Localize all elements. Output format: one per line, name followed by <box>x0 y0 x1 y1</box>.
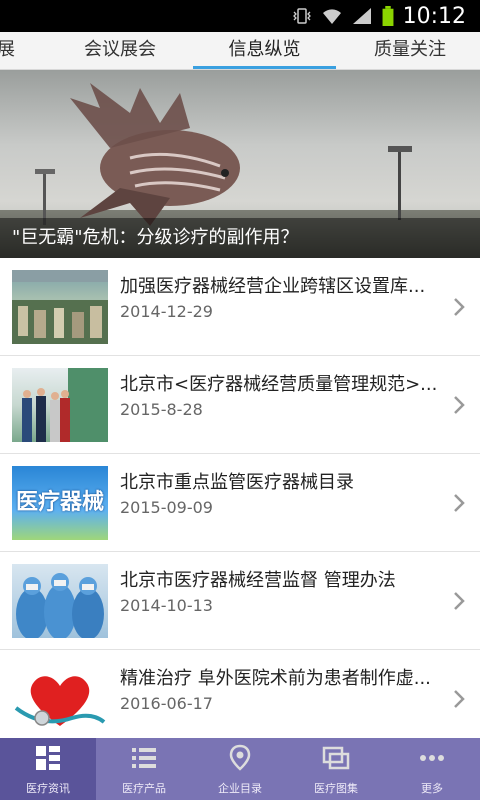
nav-medical-gallery[interactable]: 医疗图集 <box>288 738 384 800</box>
article-thumbnail: 医疗器械 <box>12 466 108 540</box>
article-thumbnail <box>12 270 108 344</box>
signal-icon <box>352 8 371 24</box>
tab-info-overview[interactable]: 信息纵览 <box>193 32 336 69</box>
status-bar: 10:12 <box>0 0 480 32</box>
article-date: 2014-12-29 <box>120 302 213 321</box>
article-thumbnail <box>12 368 108 442</box>
nav-label: 医疗产品 <box>122 782 166 795</box>
nav-more[interactable]: 更多 <box>384 738 480 800</box>
category-tabs: 展 会议展会 信息纵览 质量关注 <box>0 32 480 70</box>
list-item[interactable]: 北京市<医疗器械经营质量管理规范>... 2015-8-28 <box>0 356 480 454</box>
list-item[interactable]: 加强医疗器械经营企业跨辖区设置库... 2014-12-29 <box>0 258 480 356</box>
article-thumbnail <box>12 564 108 638</box>
article-title: 北京市重点监管医疗器械目录 <box>120 472 354 493</box>
street-lamp-image <box>388 146 412 220</box>
article-date: 2015-09-09 <box>120 498 213 517</box>
list-item[interactable]: 医疗器械 北京市重点监管医疗器械目录 2015-09-09 <box>0 454 480 552</box>
nav-medical-news[interactable]: 医疗资讯 <box>0 738 96 800</box>
article-date: 2015-8-28 <box>120 400 203 419</box>
featured-banner[interactable]: "巨无霸"危机：分级诊疗的副作用？ <box>0 70 480 258</box>
tab-conferences[interactable]: 会议展会 <box>60 32 180 69</box>
article-date: 2014-10-13 <box>120 596 213 615</box>
banner-caption: "巨无霸"危机：分级诊疗的副作用？ <box>0 218 480 258</box>
vibrate-icon <box>292 8 311 24</box>
article-title: 精准治疗 阜外医院术前为患者制作虚... <box>120 668 431 689</box>
nav-label: 更多 <box>421 782 443 795</box>
article-date: 2016-06-17 <box>120 694 213 713</box>
nav-medical-products[interactable]: 医疗产品 <box>96 738 192 800</box>
chevron-right-icon <box>454 494 465 512</box>
nav-label: 企业目录 <box>218 782 262 795</box>
article-title: 加强医疗器械经营企业跨辖区设置库... <box>120 276 426 297</box>
list-icon <box>132 748 156 768</box>
clock: 10:12 <box>402 3 466 29</box>
nav-label: 医疗图集 <box>314 782 358 795</box>
article-title: 北京市<医疗器械经营质量管理规范>... <box>120 374 438 395</box>
chevron-right-icon <box>454 298 465 316</box>
gallery-icon <box>322 746 350 770</box>
article-title: 北京市医疗器械经营监督 管理办法 <box>120 570 396 591</box>
wifi-icon <box>322 9 341 24</box>
nav-label: 医疗资讯 <box>26 782 70 795</box>
tab-partial[interactable]: 展 <box>0 32 16 69</box>
battery-icon <box>382 6 394 26</box>
tab-quality[interactable]: 质量关注 <box>350 32 470 69</box>
chevron-right-icon <box>454 690 465 708</box>
news-grid-icon <box>36 746 60 770</box>
lionfish-image <box>70 83 240 226</box>
street-lamp-image-2 <box>35 169 55 225</box>
chevron-right-icon <box>454 592 465 610</box>
article-thumbnail <box>12 662 108 736</box>
nav-company-directory[interactable]: 企业目录 <box>192 738 288 800</box>
bottom-navigation: 医疗资讯 医疗产品 企业目录 医疗图集 更多 <box>0 738 480 800</box>
location-pin-icon <box>229 744 251 771</box>
tab-indicator <box>193 66 336 69</box>
thumbnail-text: 医疗器械 <box>15 490 104 515</box>
list-item[interactable]: 北京市医疗器械经营监督 管理办法 2014-10-13 <box>0 552 480 650</box>
article-list: 加强医疗器械经营企业跨辖区设置库... 2014-12-29 北京市<医疗器械经… <box>0 258 480 748</box>
list-item[interactable]: 精准治疗 阜外医院术前为患者制作虚... 2016-06-17 <box>0 650 480 748</box>
chevron-right-icon <box>454 396 465 414</box>
more-icon <box>420 755 444 761</box>
